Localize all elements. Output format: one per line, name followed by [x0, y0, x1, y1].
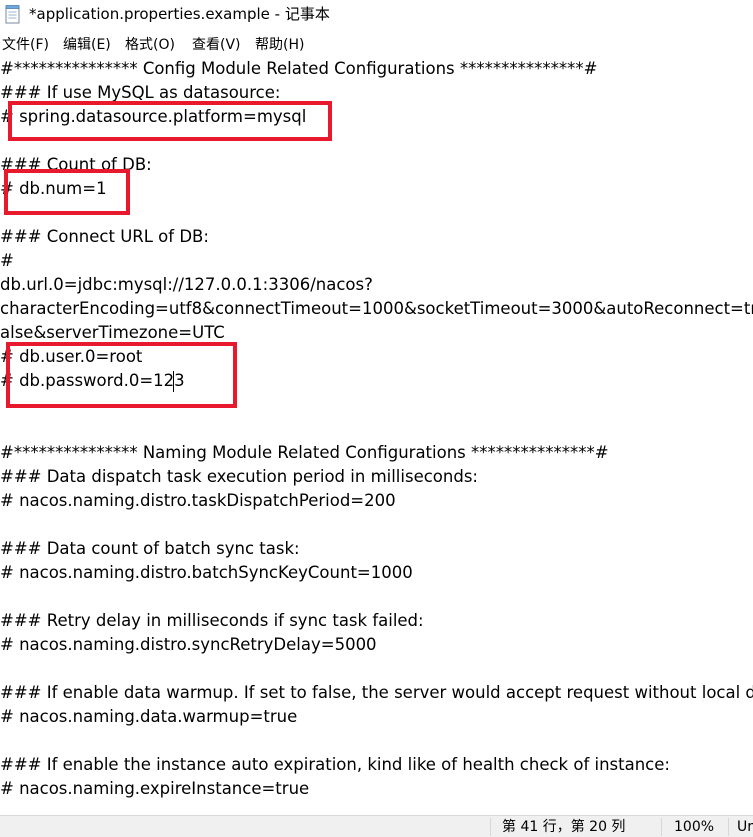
status-separator [728, 818, 729, 836]
status-cursor-position: 第 41 行，第 20 列 [502, 819, 626, 835]
editor-line: # nacos.naming.expireInstance=true [0, 779, 310, 798]
editor-line: ### Connect URL of DB: [0, 227, 209, 246]
editor-line: ### Retry delay in milliseconds if sync … [0, 611, 424, 630]
editor-line: # nacos.naming.data.warmup=true [0, 707, 298, 726]
editor-line: ### If enable the instance auto expirati… [0, 755, 670, 774]
editor-line: #*************** Naming Module Related C… [0, 443, 609, 462]
editor-line: characterEncoding=utf8&connectTimeout=10… [0, 299, 753, 318]
editor-line: ### Count of DB: [0, 155, 152, 174]
menu-format[interactable]: 格式(O) [124, 35, 176, 55]
status-bar: 第 41 行，第 20 列 100% Ur [0, 815, 753, 837]
editor-line: # nacos.naming.distro.batchSyncKeyCount=… [0, 563, 413, 582]
status-line-ending: Ur [737, 819, 753, 835]
editor-line: ### If enable data warmup. If set to fal… [0, 683, 753, 702]
editor-line: # spring.datasource.platform=mysql [0, 107, 307, 126]
menu-edit[interactable]: 编辑(E) [62, 35, 112, 55]
editor-line: #*************** Config Module Related C… [0, 59, 598, 78]
menu-bar: 文件(F) 编辑(E) 格式(O) 查看(V) 帮助(H) [0, 33, 753, 57]
status-separator [661, 818, 662, 836]
notepad-document-icon [5, 5, 20, 24]
menu-help[interactable]: 帮助(H) [254, 35, 305, 55]
text-editor-area[interactable]: #*************** Config Module Related C… [0, 57, 753, 815]
editor-line: alse&serverTimezone=UTC [0, 323, 225, 342]
status-separator [490, 818, 491, 836]
editor-line: # db.password.0=123 [0, 371, 185, 390]
editor-line: # db.user.0=root [0, 347, 143, 366]
title-bar: *application.properties.example - 记事本 [0, 0, 753, 30]
editor-line: # [0, 251, 14, 270]
editor-line: # db.num=1 [0, 179, 107, 198]
editor-line: db.url.0=jdbc:mysql://127.0.0.1:3306/nac… [0, 275, 373, 294]
editor-line: # nacos.naming.distro.taskDispatchPeriod… [0, 491, 396, 510]
menu-view[interactable]: 查看(V) [191, 35, 242, 55]
editor-line: ### If use MySQL as datasource: [0, 83, 281, 102]
editor-line: ### Data dispatch task execution period … [0, 467, 478, 486]
menu-file[interactable]: 文件(F) [1, 35, 50, 55]
text-caret [173, 371, 174, 392]
editor-line: # nacos.naming.distro.syncRetryDelay=500… [0, 635, 377, 654]
editor-line: ### Data count of batch sync task: [0, 539, 300, 558]
status-zoom: 100% [674, 819, 715, 835]
window-title: *application.properties.example - 记事本 [29, 5, 330, 23]
